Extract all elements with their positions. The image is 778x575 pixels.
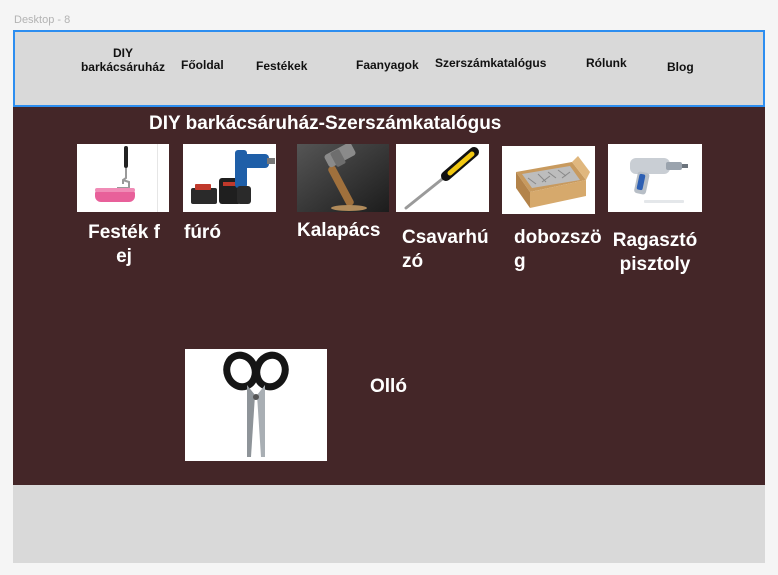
cordless-drill-icon	[183, 144, 276, 212]
product-label-furo: fúró	[184, 222, 221, 243]
paint-roller-icon	[77, 144, 169, 212]
screwdriver-icon	[396, 144, 489, 212]
product-label-ragasztopisztoly: Ragasztópisztoly	[612, 230, 698, 275]
cordless-drill-image[interactable]	[183, 144, 276, 212]
box-of-nails-image[interactable]	[502, 146, 595, 214]
nav-link-szerszamkatalogus[interactable]: Szerszámkatalógus	[435, 56, 546, 70]
product-label-ollo: Olló	[370, 376, 407, 397]
nav-link-blog[interactable]: Blog	[667, 60, 694, 74]
nav-link-fooldal[interactable]: Főoldal	[181, 58, 224, 72]
box-of-nails-icon	[502, 146, 595, 214]
hammer-icon	[297, 144, 389, 212]
paint-roller-image[interactable]	[77, 144, 169, 212]
nav-link-faanyagok[interactable]: Faanyagok	[356, 58, 419, 72]
screwdriver-image[interactable]	[396, 144, 489, 212]
scissors-icon	[185, 349, 327, 461]
nav-link-rolunk[interactable]: Rólunk	[586, 56, 627, 70]
product-label-festek-fej: Festék fej	[88, 222, 160, 267]
hammer-image[interactable]	[297, 144, 389, 212]
frame-label: Desktop - 8	[14, 14, 71, 26]
scissors-image[interactable]	[185, 349, 327, 461]
glue-gun-icon	[608, 144, 702, 212]
product-label-csavarhuzo: Csavarhúzó	[402, 227, 489, 272]
glue-gun-image[interactable]	[608, 144, 702, 212]
product-label-dobozszog: dobozszög	[514, 227, 602, 272]
brand-logo-text[interactable]: DIY barkácsáruház	[73, 46, 173, 74]
product-label-kalapacs: Kalapács	[297, 220, 381, 241]
navbar: DIY barkácsáruház Főoldal Festékek Faany…	[13, 30, 765, 107]
nav-link-festekek[interactable]: Festékek	[256, 59, 307, 73]
page-title: DIY barkácsáruház-Szerszámkatalógus	[149, 113, 502, 134]
